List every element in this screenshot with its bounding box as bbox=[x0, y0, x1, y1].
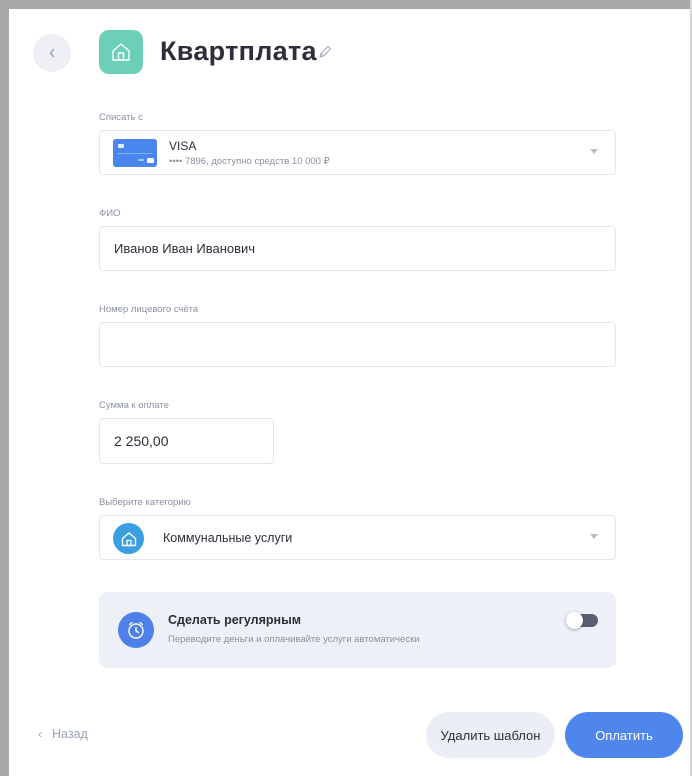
regular-payment-panel: Сделать регулярным Переводите деньги и о… bbox=[99, 592, 616, 668]
fio-value: Иванов Иван Иванович bbox=[114, 241, 256, 256]
account-number-field[interactable] bbox=[99, 322, 616, 367]
regular-title: Сделать регулярным bbox=[168, 613, 302, 627]
back-link-label: Назад bbox=[52, 727, 88, 741]
source-label: Списать с bbox=[99, 112, 143, 123]
account-label: Номер лицевого счёта bbox=[99, 304, 199, 315]
category-select[interactable]: Коммунальные услуги bbox=[99, 515, 616, 560]
delete-template-button[interactable]: Удалить шаблон bbox=[426, 712, 555, 758]
window-frame-top bbox=[0, 0, 692, 9]
category-label: Выберите категорию bbox=[99, 497, 191, 508]
source-card-select[interactable]: VISA •••• 7896, доступно средств 10 000 … bbox=[99, 130, 616, 175]
house-icon bbox=[113, 523, 144, 554]
card-name: VISA bbox=[169, 139, 197, 153]
home-icon bbox=[99, 30, 143, 74]
window-frame-left bbox=[0, 0, 9, 776]
regular-toggle[interactable] bbox=[566, 612, 598, 629]
amount-value: 2 250,00 bbox=[114, 433, 169, 449]
regular-subtitle: Переводите деньги и оплачивайте услуги а… bbox=[168, 634, 420, 645]
card-details: •••• 7896, доступно средств 10 000 ₽ bbox=[169, 156, 330, 167]
page-title: Квартплата bbox=[160, 36, 317, 66]
back-circle-button[interactable] bbox=[33, 34, 71, 72]
pay-button[interactable]: Оплатить bbox=[565, 712, 683, 758]
chevron-left-icon bbox=[49, 48, 55, 58]
pencil-icon[interactable] bbox=[317, 44, 333, 60]
alarm-clock-icon bbox=[118, 612, 154, 648]
amount-label: Сумма к оплате bbox=[99, 400, 169, 411]
category-value: Коммунальные услуги bbox=[163, 531, 293, 545]
card-icon bbox=[113, 139, 157, 167]
chevron-down-icon bbox=[590, 149, 598, 154]
fio-label: ФИО bbox=[99, 208, 121, 219]
back-link[interactable]: ‹ Назад bbox=[38, 727, 88, 741]
amount-field[interactable]: 2 250,00 bbox=[99, 418, 274, 464]
chevron-left-icon: ‹ bbox=[38, 727, 42, 741]
chevron-down-icon bbox=[590, 534, 598, 539]
fio-field[interactable]: Иванов Иван Иванович bbox=[99, 226, 616, 271]
toggle-knob bbox=[566, 612, 583, 629]
